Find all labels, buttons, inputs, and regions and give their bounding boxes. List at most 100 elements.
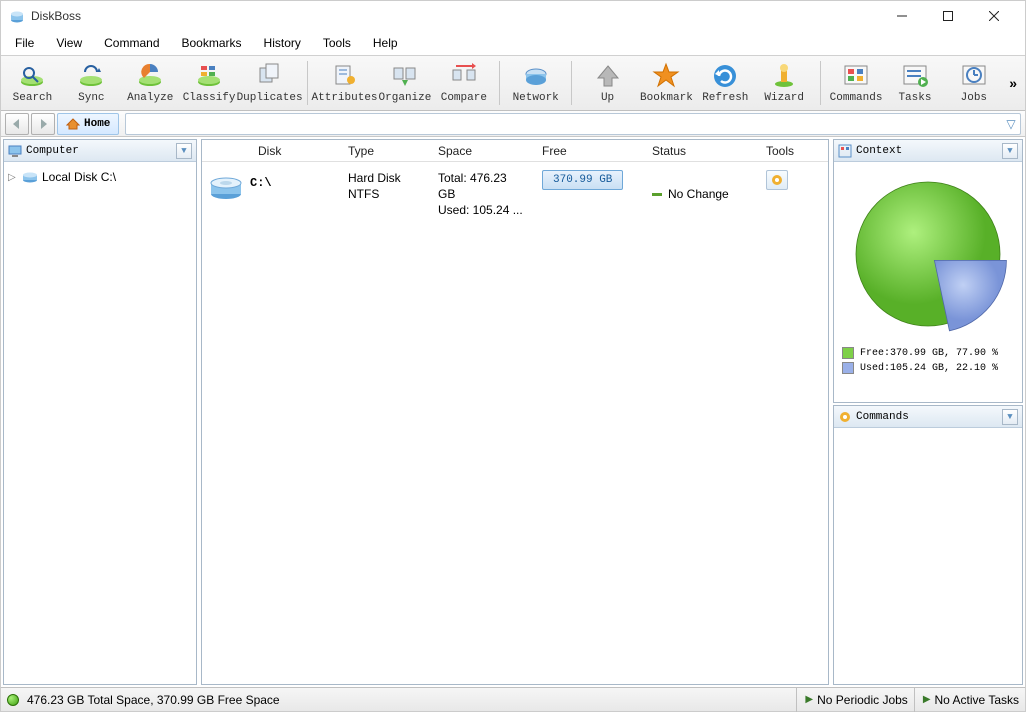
col-free[interactable]: Free xyxy=(534,144,644,158)
menu-view[interactable]: View xyxy=(46,34,92,52)
computer-panel: Computer ▼ ▷ Local Disk C:\ xyxy=(3,139,197,685)
minimize-button[interactable] xyxy=(879,1,925,31)
statusbar: 476.23 GB Total Space, 370.99 GB Free Sp… xyxy=(1,687,1025,711)
address-bar[interactable]: ▽ xyxy=(125,113,1021,135)
menubar: File View Command Bookmarks History Tool… xyxy=(1,31,1025,55)
context-panel: Context ▼ Free:370.99 GB, 77.90 % xyxy=(833,139,1023,403)
main-toolbar: Search Sync Analyze Classify Duplicates … xyxy=(1,55,1025,111)
gear-icon xyxy=(770,173,784,187)
col-disk[interactable]: Disk xyxy=(250,144,340,158)
status-indicator-icon xyxy=(652,193,662,196)
organize-icon xyxy=(391,62,419,90)
status-led-icon xyxy=(7,694,19,706)
compare-button[interactable]: Compare xyxy=(436,57,491,109)
analyze-button[interactable]: Analyze xyxy=(123,57,178,109)
status-tasks[interactable]: ▶No Active Tasks xyxy=(914,688,1019,712)
toolbar-overflow[interactable]: » xyxy=(1005,75,1021,91)
panel-dropdown-button[interactable]: ▼ xyxy=(1002,143,1018,159)
network-icon xyxy=(522,62,550,90)
refresh-button[interactable]: Refresh xyxy=(698,57,753,109)
legend-swatch-used xyxy=(842,362,854,374)
sync-icon xyxy=(77,62,105,90)
computer-icon xyxy=(8,144,22,158)
commands-panel-header: Commands ▼ xyxy=(834,406,1022,428)
pie-legend: Free:370.99 GB, 77.90 % Used:105.24 GB, … xyxy=(842,344,1014,377)
sync-button[interactable]: Sync xyxy=(64,57,119,109)
expand-icon[interactable]: ▷ xyxy=(8,172,18,183)
menu-tools[interactable]: Tools xyxy=(313,34,361,52)
disk-tools xyxy=(758,170,822,218)
commands-button[interactable]: Commands xyxy=(829,57,884,109)
bookmark-button[interactable]: Bookmark xyxy=(639,57,694,109)
arrow-left-icon xyxy=(11,118,23,130)
disk-status: No Change xyxy=(644,170,758,218)
commands-panel-title: Commands xyxy=(856,411,909,423)
maximize-button[interactable] xyxy=(925,1,971,31)
address-dropdown-icon[interactable]: ▽ xyxy=(1002,117,1020,131)
jobs-button[interactable]: Jobs xyxy=(946,57,1001,109)
search-button[interactable]: Search xyxy=(5,57,60,109)
disk-type: Hard Disk NTFS xyxy=(340,170,430,218)
menu-bookmarks[interactable]: Bookmarks xyxy=(172,34,252,52)
titlebar: DiskBoss xyxy=(1,1,1025,31)
network-button[interactable]: Network xyxy=(508,57,563,109)
status-jobs[interactable]: ▶No Periodic Jobs xyxy=(796,688,907,712)
disk-row[interactable]: C:\ Hard Disk NTFS Total: 476.23 GB Used… xyxy=(202,162,828,226)
main-area: Computer ▼ ▷ Local Disk C:\ Disk Type Sp… xyxy=(1,137,1025,687)
menu-command[interactable]: Command xyxy=(94,34,169,52)
disk-label: C:\ xyxy=(250,170,340,218)
play-icon: ▶ xyxy=(805,694,813,705)
legend-free: Free:370.99 GB, 77.90 % xyxy=(842,347,1014,359)
home-button[interactable]: Home xyxy=(57,113,119,135)
col-space[interactable]: Space xyxy=(430,144,534,158)
context-panel-title: Context xyxy=(856,145,902,157)
attributes-button[interactable]: Attributes xyxy=(316,57,374,109)
col-status[interactable]: Status xyxy=(644,144,758,158)
close-button[interactable] xyxy=(971,1,1017,31)
panel-dropdown-button[interactable]: ▼ xyxy=(1002,409,1018,425)
col-type[interactable]: Type xyxy=(340,144,430,158)
free-space-badge: 370.99 GB xyxy=(542,170,623,190)
menu-file[interactable]: File xyxy=(5,34,44,52)
duplicates-button[interactable]: Duplicates xyxy=(241,57,299,109)
toolbar-separator xyxy=(571,61,572,105)
disk-free: 370.99 GB xyxy=(534,170,644,218)
col-tools[interactable]: Tools xyxy=(758,144,822,158)
disk-tools-button[interactable] xyxy=(766,170,788,190)
tree-item-local-disk-c[interactable]: ▷ Local Disk C:\ xyxy=(8,168,192,186)
classify-icon xyxy=(195,62,223,90)
panel-dropdown-button[interactable]: ▼ xyxy=(176,143,192,159)
computer-panel-title: Computer xyxy=(26,145,79,157)
tree-item-label: Local Disk C:\ xyxy=(42,170,116,184)
compare-icon xyxy=(450,62,478,90)
right-sidebar: Context ▼ Free:370.99 GB, 77.90 % xyxy=(833,139,1023,685)
context-icon xyxy=(838,144,852,158)
hard-disk-icon xyxy=(209,174,243,200)
menu-help[interactable]: Help xyxy=(363,34,408,52)
wizard-button[interactable]: Wizard xyxy=(757,57,812,109)
nav-forward-button[interactable] xyxy=(31,113,55,135)
app-icon xyxy=(9,8,25,24)
commands-icon xyxy=(842,62,870,90)
legend-used: Used:105.24 GB, 22.10 % xyxy=(842,362,1014,374)
toolbar-separator xyxy=(307,61,308,105)
organize-button[interactable]: Organize xyxy=(378,57,433,109)
disk-space: Total: 476.23 GB Used: 105.24 ... xyxy=(430,170,534,218)
up-button[interactable]: Up xyxy=(580,57,635,109)
play-icon: ▶ xyxy=(923,694,931,705)
column-headers: Disk Type Space Free Status Tools xyxy=(202,140,828,162)
app-title: DiskBoss xyxy=(31,9,81,23)
analyze-icon xyxy=(136,62,164,90)
up-icon xyxy=(594,62,622,90)
context-body: Free:370.99 GB, 77.90 % Used:105.24 GB, … xyxy=(834,162,1022,389)
nav-back-button[interactable] xyxy=(5,113,29,135)
computer-panel-header: Computer ▼ xyxy=(4,140,196,162)
menu-history[interactable]: History xyxy=(254,34,311,52)
computer-tree: ▷ Local Disk C:\ xyxy=(4,162,196,192)
jobs-icon xyxy=(960,62,988,90)
tasks-button[interactable]: Tasks xyxy=(888,57,943,109)
disk-icon-cell xyxy=(202,170,250,218)
search-icon xyxy=(18,62,46,90)
refresh-icon xyxy=(711,62,739,90)
classify-button[interactable]: Classify xyxy=(182,57,237,109)
